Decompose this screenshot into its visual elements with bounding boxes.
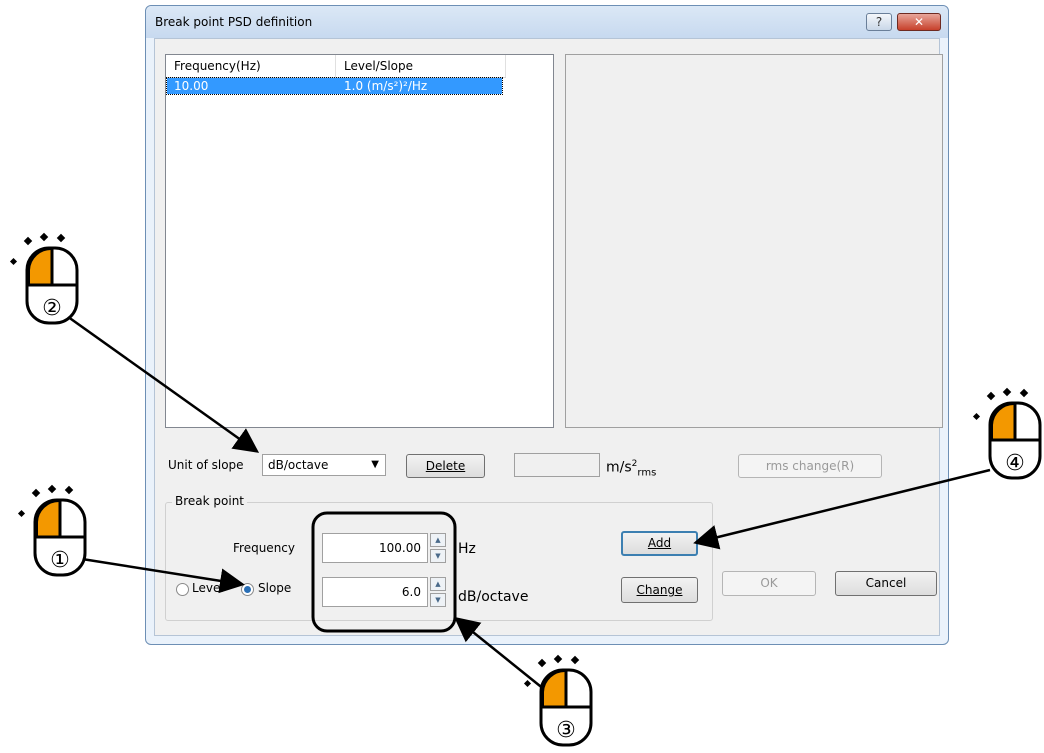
mouse-icon: ① bbox=[17, 484, 87, 577]
mouse-icon: ② bbox=[9, 232, 79, 325]
spin-up-icon[interactable]: ▲ bbox=[430, 577, 446, 591]
frequency-input[interactable]: 100.00 bbox=[322, 533, 428, 563]
breakpoint-list[interactable]: Frequency(Hz) Level/Slope 10.00 1.0 (m/s… bbox=[165, 54, 554, 428]
unit-of-slope-label: Unit of slope bbox=[168, 458, 244, 472]
spin-down-icon[interactable]: ▼ bbox=[430, 549, 446, 563]
title-bar: Break point PSD definition ? ✕ bbox=[146, 6, 948, 38]
close-button[interactable]: ✕ bbox=[897, 13, 941, 31]
row-level-cell: 1.0 (m/s²)²/Hz bbox=[344, 79, 428, 93]
callout-step-1: ① bbox=[50, 548, 70, 573]
unit-of-slope-value: dB/octave bbox=[268, 458, 329, 472]
callout-step-4: ④ bbox=[1005, 451, 1025, 476]
spin-up-icon[interactable]: ▲ bbox=[430, 533, 446, 547]
rms-value-field bbox=[514, 453, 600, 477]
chevron-down-icon: ▼ bbox=[371, 459, 379, 470]
level-radio-label: Level bbox=[192, 581, 224, 595]
mouse-icon: ③ bbox=[523, 654, 593, 747]
frequency-spinner[interactable]: ▲ ▼ bbox=[430, 533, 446, 563]
slope-radio[interactable] bbox=[241, 583, 254, 596]
spin-down-icon[interactable]: ▼ bbox=[430, 593, 446, 607]
delete-button-label: Delete bbox=[425, 459, 466, 473]
psd-graph-panel bbox=[565, 54, 943, 428]
add-button[interactable]: Add bbox=[621, 531, 698, 556]
callout-step-2: ② bbox=[42, 296, 62, 321]
list-header: Frequency(Hz) Level/Slope bbox=[166, 55, 506, 78]
cancel-button[interactable]: Cancel bbox=[835, 571, 937, 596]
psd-dialog: Break point PSD definition ? ✕ Frequency… bbox=[145, 5, 949, 645]
list-row[interactable]: 10.00 1.0 (m/s²)²/Hz bbox=[166, 77, 503, 95]
slope-unit-label: dB/octave bbox=[458, 589, 529, 605]
frequency-unit-label: Hz bbox=[458, 541, 476, 557]
frequency-label: Frequency bbox=[233, 541, 295, 555]
row-frequency-cell: 10.00 bbox=[174, 79, 209, 93]
slope-spinner[interactable]: ▲ ▼ bbox=[430, 577, 446, 607]
slope-radio-label: Slope bbox=[258, 581, 292, 595]
breakpoint-group-title: Break point bbox=[172, 494, 248, 508]
mouse-icon: ④ bbox=[972, 387, 1042, 480]
column-header-frequency[interactable]: Frequency(Hz) bbox=[166, 55, 336, 77]
change-button[interactable]: Change bbox=[621, 577, 698, 603]
slope-input[interactable]: 6.0 bbox=[322, 577, 428, 607]
add-button-label: Add bbox=[647, 536, 672, 550]
ok-button[interactable]: OK bbox=[722, 571, 816, 596]
rms-unit-label: m/s2rms bbox=[606, 459, 657, 479]
window-title: Break point PSD definition bbox=[155, 15, 313, 29]
callout-step-3: ③ bbox=[556, 718, 576, 743]
help-button[interactable]: ? bbox=[866, 13, 892, 31]
dialog-client-area: Frequency(Hz) Level/Slope 10.00 1.0 (m/s… bbox=[154, 38, 943, 636]
level-radio[interactable] bbox=[176, 583, 189, 596]
unit-of-slope-dropdown[interactable]: dB/octave ▼ bbox=[262, 454, 386, 476]
delete-button[interactable]: Delete bbox=[406, 454, 485, 478]
column-header-level-slope[interactable]: Level/Slope bbox=[336, 55, 506, 77]
rms-change-button[interactable]: rms change(R) bbox=[738, 454, 882, 478]
change-button-label: Change bbox=[636, 583, 683, 597]
